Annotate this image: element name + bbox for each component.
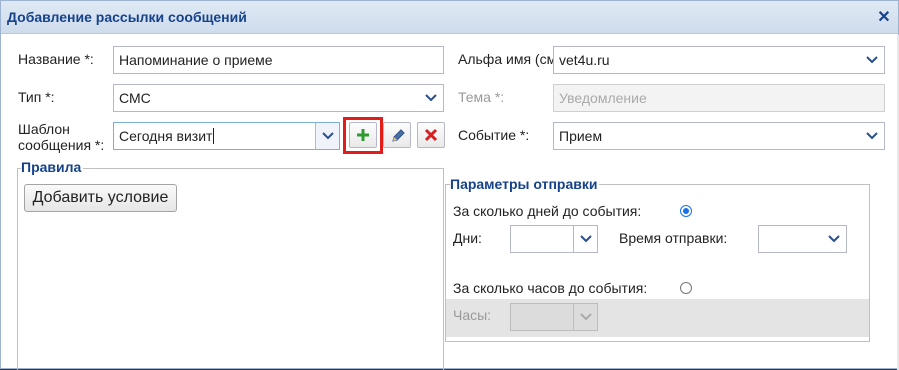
send-time-select[interactable]	[758, 225, 847, 253]
dialog-title: Добавление рассылки сообщений	[7, 9, 247, 25]
subject-label: Тема *:	[458, 89, 505, 105]
hours-label: Часы:	[453, 307, 492, 323]
days-before-label: За сколько дней до события:	[453, 203, 642, 219]
pencil-icon	[392, 129, 405, 142]
highlight-box	[343, 117, 383, 154]
chevron-down-icon[interactable]	[860, 47, 884, 73]
delete-template-button[interactable]	[417, 122, 445, 148]
dialog-titlebar[interactable]: Добавление рассылки сообщений ✕	[1, 1, 898, 34]
alpha-select[interactable]: vet4u.ru	[553, 46, 885, 74]
dialog-window: Добавление рассылки сообщений ✕ Название…	[0, 0, 899, 370]
type-select[interactable]: СМС	[113, 84, 444, 112]
type-select-value: СМС	[119, 90, 151, 106]
send-params-title: Параметры отправки	[450, 176, 600, 192]
template-select-value: Сегодня визит	[119, 128, 213, 144]
close-icon[interactable]: ✕	[876, 10, 892, 26]
add-condition-button[interactable]: Добавить условие	[24, 184, 177, 212]
x-icon	[424, 128, 438, 142]
subject-input[interactable]: Уведомление	[553, 84, 885, 112]
chevron-down-icon[interactable]	[822, 226, 846, 252]
event-select[interactable]: Прием	[553, 122, 885, 150]
hours-before-label: За сколько часов до события:	[453, 280, 648, 296]
days-label: Дни:	[453, 230, 482, 246]
type-label: Тип *:	[18, 89, 55, 105]
template-select[interactable]: Сегодня визит	[113, 122, 340, 150]
name-label: Название *:	[18, 51, 94, 67]
chevron-down-icon[interactable]	[419, 85, 443, 111]
chevron-down-icon[interactable]	[573, 226, 597, 252]
alpha-select-value: vet4u.ru	[559, 52, 610, 68]
template-label-line2: сообщения *:	[18, 137, 105, 153]
edit-template-button[interactable]	[383, 122, 411, 148]
hours-select[interactable]	[510, 303, 598, 331]
chevron-down-icon[interactable]	[860, 123, 884, 149]
event-label: Событие *:	[458, 127, 530, 143]
send-time-label: Время отправки:	[619, 230, 728, 246]
name-input[interactable]: Напоминание о приеме	[113, 46, 444, 74]
hours-before-radio[interactable]	[680, 282, 692, 294]
days-before-radio[interactable]	[680, 205, 692, 217]
rules-title: Правила	[21, 159, 84, 175]
event-select-value: Прием	[559, 128, 603, 144]
template-label-line1: Шаблон	[18, 121, 70, 137]
days-select[interactable]	[510, 225, 598, 253]
chevron-down-icon[interactable]	[315, 123, 339, 149]
name-input-value: Напоминание о приеме	[119, 52, 273, 68]
subject-placeholder: Уведомление	[559, 90, 647, 106]
chevron-down-icon[interactable]	[573, 304, 597, 330]
